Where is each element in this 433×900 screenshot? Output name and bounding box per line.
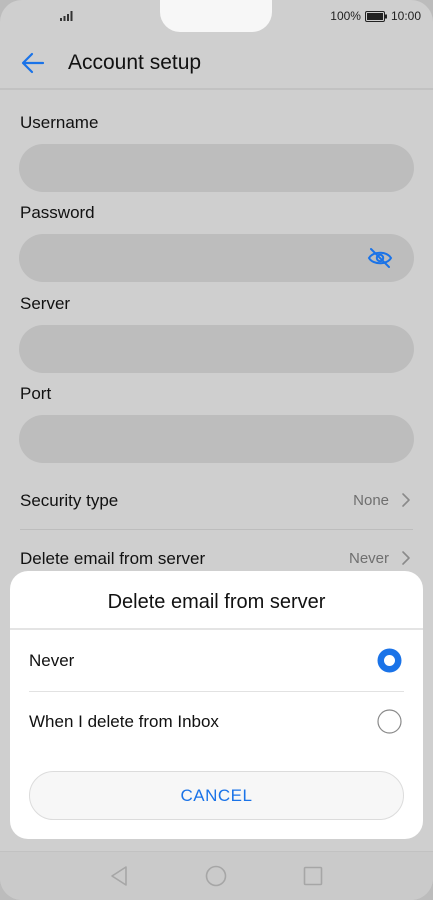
nav-home-icon[interactable] [204,864,228,888]
radio-unselected-icon[interactable] [377,709,402,734]
password-label: Password [20,203,95,222]
battery-icon [364,10,387,22]
chevron-right-icon [402,493,410,507]
status-right: 100% 10:00 [330,9,421,23]
back-arrow-icon[interactable] [20,50,46,76]
dialog-separator [10,628,423,630]
navigation-bar [0,851,433,900]
username-label: Username [20,113,99,132]
chevron-right-icon [402,551,410,565]
option-label: Never [29,651,75,670]
status-bar: 100% 10:00 [0,0,433,34]
screen: 100% 10:00 Account setup Username Passwo… [0,0,433,900]
password-input[interactable] [19,234,414,282]
app-bar: Account setup [0,36,433,90]
port-label: Port [20,384,52,403]
server-label: Server [20,294,71,313]
camera-notch [160,0,272,32]
delete-email-value: Never [348,550,389,567]
server-input[interactable] [19,325,414,373]
delete-email-dialog: Delete email from server Never When I de… [10,571,423,839]
option-label: When I delete from Inbox [29,712,219,731]
cancel-button[interactable]: CANCEL [29,771,404,820]
clock: 10:00 [390,9,421,23]
security-type-label: Security type [20,491,119,510]
delete-email-label: Delete email from server [20,549,206,568]
username-input[interactable] [19,144,414,192]
radio-selected-icon[interactable] [377,648,402,673]
signal-icon [60,11,73,21]
eye-off-icon[interactable] [367,247,393,269]
battery-percent: 100% [330,9,361,23]
nav-recents-icon[interactable] [301,864,325,888]
nav-back-icon[interactable] [107,864,131,888]
option-when-delete-from-inbox[interactable]: When I delete from Inbox [10,692,423,752]
security-type-value: None [353,492,389,509]
option-never[interactable]: Never [10,631,423,691]
security-type-row[interactable]: Security type None [20,471,413,529]
page-title: Account setup [68,51,202,74]
dialog-title: Delete email from server [107,591,326,613]
port-input[interactable] [19,415,414,463]
